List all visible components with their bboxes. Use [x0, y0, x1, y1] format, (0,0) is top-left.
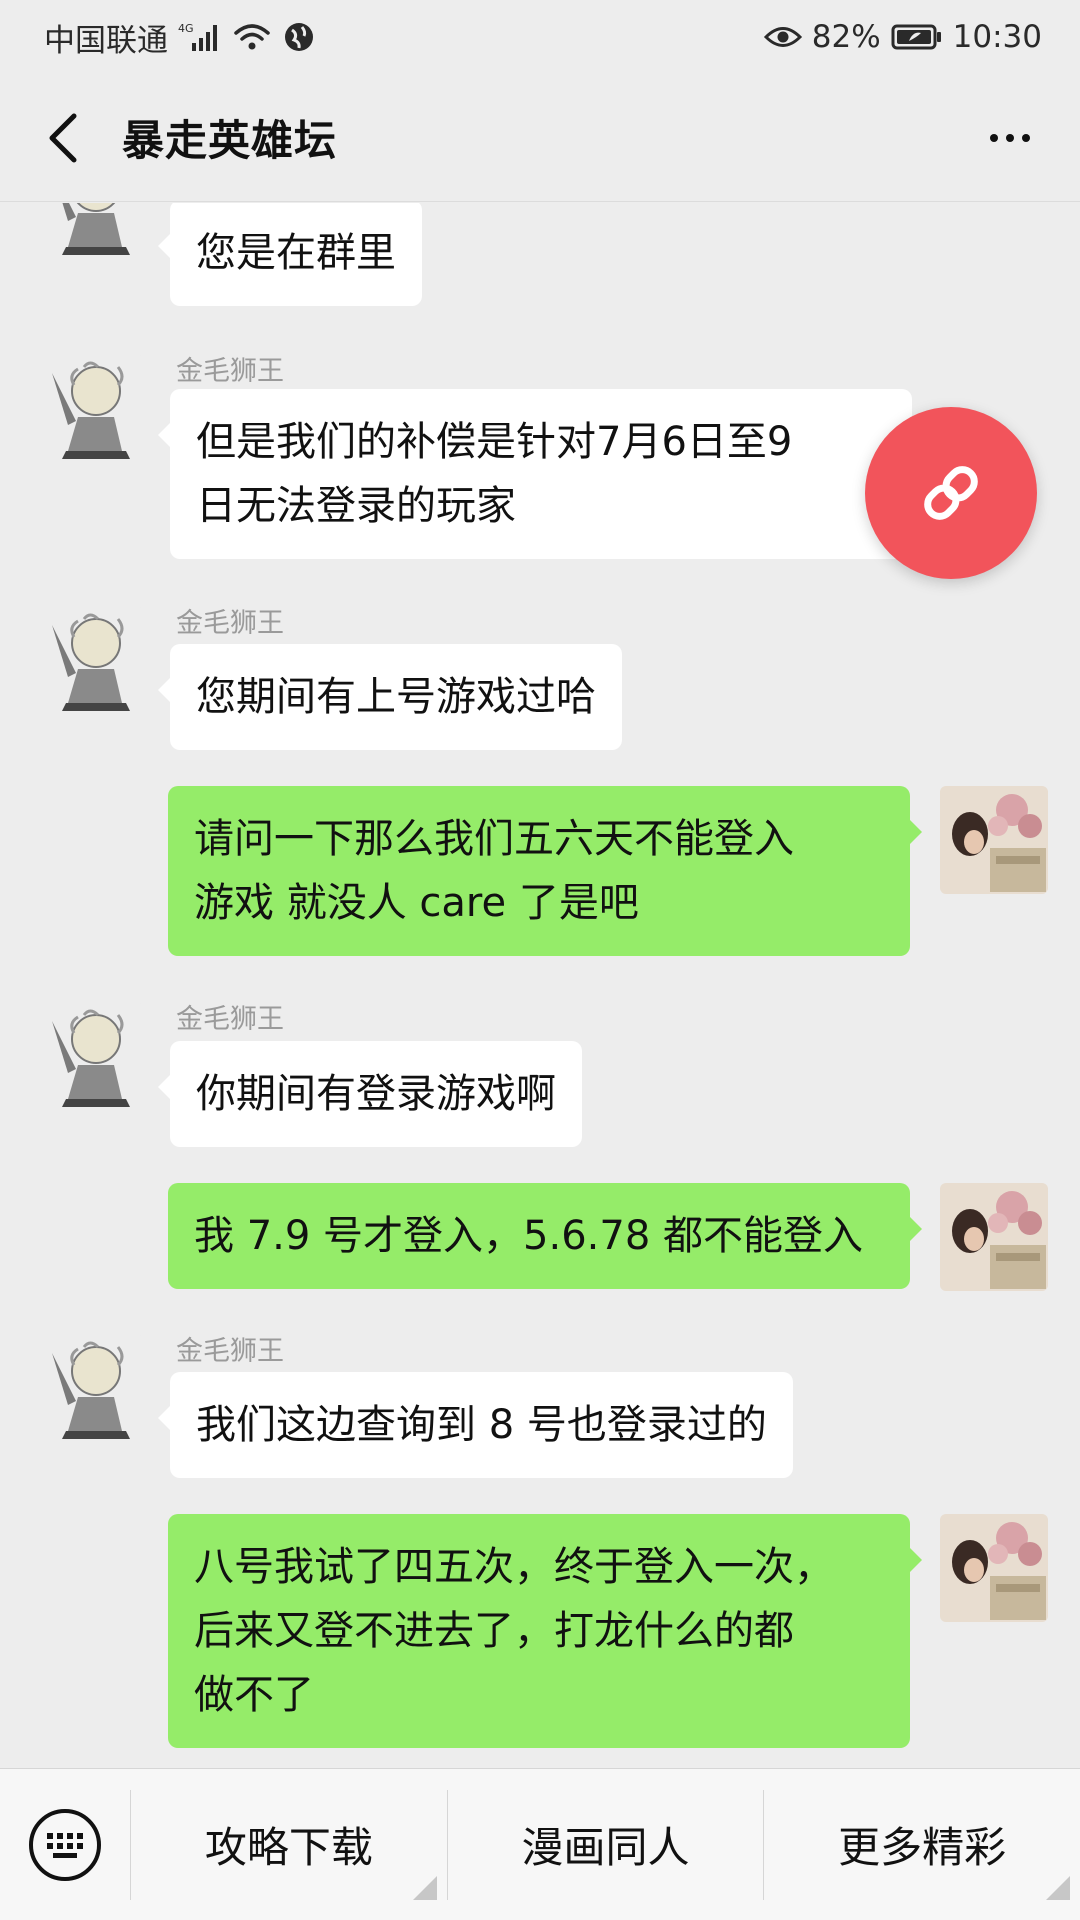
sender-avatar-lion-king[interactable] — [38, 1335, 146, 1443]
message-bubble-outgoing[interactable]: 我 7.9 号才登入，5.6.78 都不能登入 — [168, 1183, 922, 1289]
message-bubble-incoming[interactable]: 您是在群里 — [158, 203, 422, 306]
sender-name: 金毛狮王 — [176, 608, 284, 639]
menu-item-label: 攻略下载 — [204, 1823, 373, 1872]
battery-percent: 82% — [811, 19, 881, 55]
menu-item-guide-download[interactable]: 攻略下载 — [130, 1789, 447, 1900]
chat-header: 暴走英雄坛 — [0, 74, 1080, 202]
signal-icon: 4G — [178, 21, 222, 53]
message-bubble-outgoing[interactable]: 八号我试了四五次，终于登入一次， 后来又登不进去了，打龙什么的都 做不了 — [168, 1514, 922, 1748]
my-avatar[interactable] — [940, 1183, 1048, 1291]
avatar-illustration — [38, 1335, 146, 1443]
wifi-icon — [232, 21, 272, 53]
more-dot-icon — [1022, 134, 1030, 142]
submenu-corner-icon — [1046, 1875, 1071, 1900]
more-options-button[interactable] — [980, 108, 1040, 168]
more-dot-icon — [990, 134, 998, 142]
sender-avatar-lion-king[interactable] — [38, 355, 146, 463]
menu-item-comics[interactable]: 漫画同人 — [446, 1789, 764, 1900]
battery-icon — [891, 23, 943, 51]
menu-item-label: 更多精彩 — [838, 1823, 1007, 1872]
avatar-illustration — [38, 355, 146, 463]
status-right: 82% 10:30 — [763, 19, 1042, 55]
vpn-globe-icon — [282, 20, 316, 54]
sender-name: 金毛狮王 — [176, 1336, 284, 1367]
avatar-illustration — [38, 1003, 146, 1111]
network-type-label: 4G — [178, 22, 194, 35]
avatar-photo — [940, 786, 1048, 894]
avatar-photo — [940, 1183, 1048, 1291]
back-button[interactable] — [28, 102, 100, 174]
clock-time: 10:30 — [952, 19, 1042, 55]
floating-link-button[interactable] — [865, 407, 1037, 579]
more-dot-icon — [1006, 134, 1014, 142]
menu-item-more-highlights[interactable]: 更多精彩 — [763, 1789, 1080, 1900]
status-bar: 中国联通 4G 82% 10:30 — [0, 0, 1080, 74]
avatar-illustration — [38, 203, 146, 259]
sender-name: 金毛狮王 — [176, 356, 284, 387]
message-bubble-incoming[interactable]: 你期间有登录游戏啊 — [158, 1041, 582, 1147]
sender-avatar-lion-king[interactable] — [38, 203, 146, 259]
my-avatar[interactable] — [940, 1514, 1048, 1622]
link-icon — [924, 466, 978, 520]
keyboard-icon — [29, 1808, 101, 1881]
menu-item-label: 漫画同人 — [521, 1823, 690, 1872]
keyboard-toggle-button[interactable] — [0, 1769, 130, 1920]
chevron-left-icon — [49, 113, 77, 162]
sender-avatar-lion-king[interactable] — [38, 607, 146, 715]
chat-screen: 中国联通 4G 82% 10:30 暴走英雄坛 您是在群里 金毛狮王 但是我们的… — [0, 0, 1080, 1920]
message-bubble-incoming[interactable]: 我们这边查询到 8 号也登录过的 — [158, 1372, 793, 1478]
eye-icon — [763, 24, 802, 50]
status-left: 中国联通 4G — [44, 15, 316, 60]
bottom-menu-bar: 攻略下载 漫画同人 更多精彩 — [0, 1768, 1080, 1920]
sender-avatar-lion-king[interactable] — [38, 1003, 146, 1111]
chat-title: 暴走英雄坛 — [122, 116, 338, 165]
my-avatar[interactable] — [940, 786, 1048, 894]
submenu-corner-icon — [412, 1875, 437, 1900]
message-bubble-incoming[interactable]: 您期间有上号游戏过哈 — [158, 644, 622, 750]
carrier-label: 中国联通 — [44, 22, 168, 59]
message-bubble-outgoing[interactable]: 请问一下那么我们五六天不能登入 游戏 就没人 care 了是吧 — [168, 786, 922, 956]
avatar-photo — [940, 1514, 1048, 1622]
message-bubble-incoming[interactable]: 但是我们的补偿是针对7月6日至9 日无法登录的玩家 — [158, 389, 912, 559]
sender-name: 金毛狮王 — [176, 1004, 284, 1035]
avatar-illustration — [38, 607, 146, 715]
